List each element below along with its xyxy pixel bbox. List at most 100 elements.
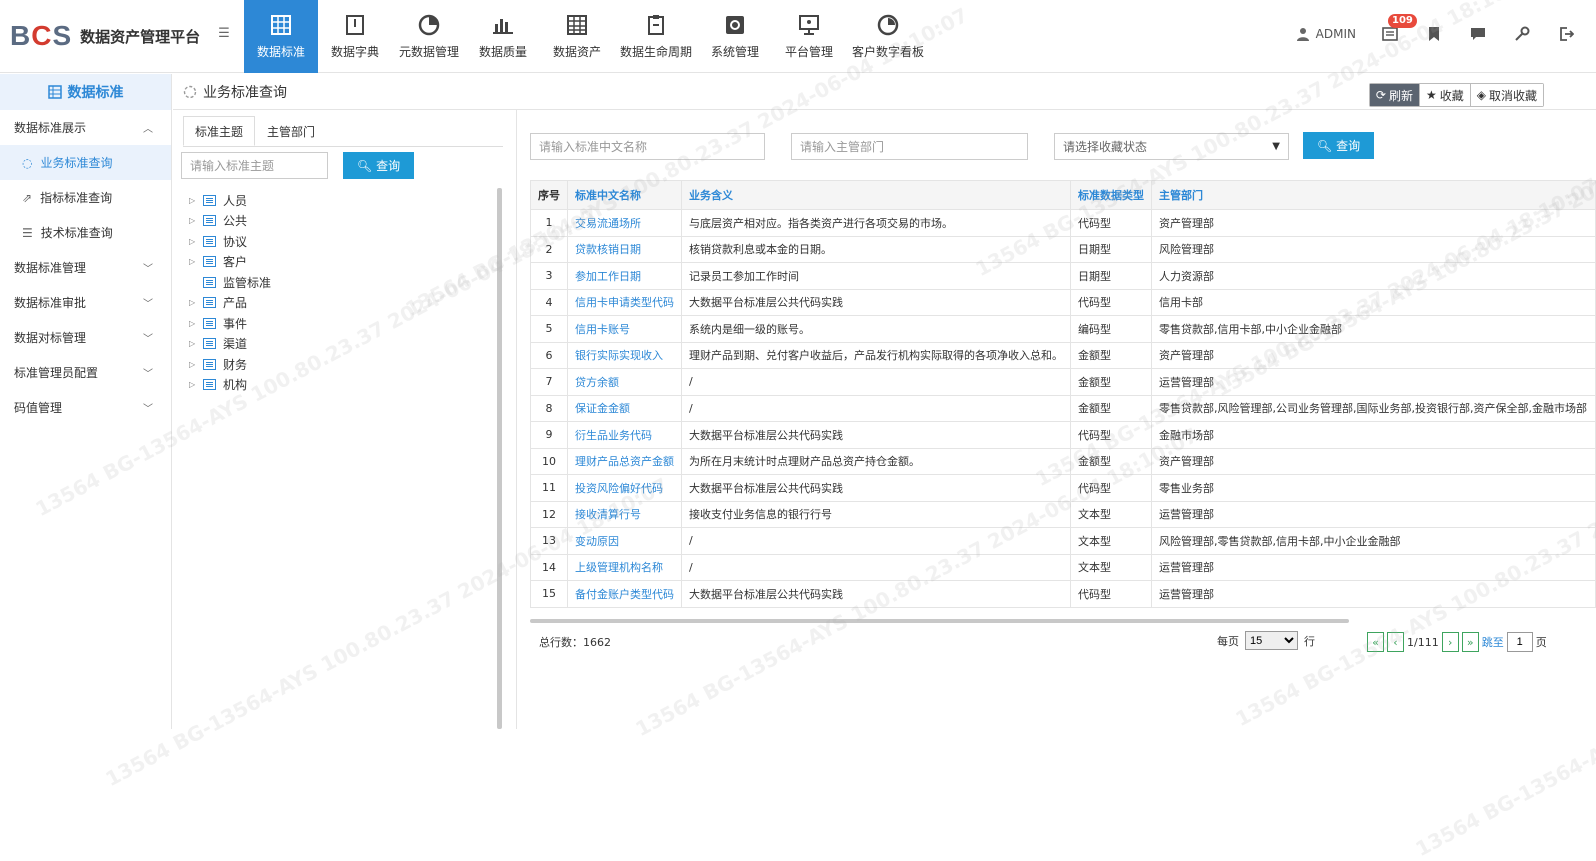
nav-item-0[interactable]: 数据标准 xyxy=(244,0,318,73)
main-query-button[interactable]: 🔍︎ 查询 xyxy=(1303,132,1374,159)
jump-to-link[interactable]: 跳至 xyxy=(1482,634,1504,650)
logout-icon[interactable] xyxy=(1556,22,1576,46)
expand-arrow-icon[interactable]: ▷ xyxy=(189,257,203,266)
sidebar-group[interactable]: 数据标准展示 ︿ xyxy=(0,110,171,145)
user-menu[interactable]: ADMIN xyxy=(1296,27,1356,41)
standard-name-link[interactable]: 理财产品总资产金额 xyxy=(567,447,683,475)
tree-node[interactable]: ▷ 机构 xyxy=(189,375,271,396)
expand-arrow-icon[interactable]: ▷ xyxy=(189,360,203,369)
sidebar-group[interactable]: 数据对标管理 ﹀ xyxy=(0,320,171,355)
standard-name-link[interactable]: 参加工作日期 xyxy=(567,262,683,290)
expand-arrow-icon[interactable]: ▷ xyxy=(189,196,203,205)
first-page-button[interactable]: « xyxy=(1367,632,1384,652)
sidebar-group[interactable]: 数据标准审批 ﹀ xyxy=(0,285,171,320)
nav-item-8[interactable]: 客户数字看板 xyxy=(846,0,930,73)
nav-item-5[interactable]: 数据生命周期 xyxy=(614,0,698,73)
key-icon[interactable] xyxy=(1512,22,1532,46)
nav-item-6[interactable]: 系统管理 xyxy=(698,0,772,73)
expand-arrow-icon[interactable]: ▷ xyxy=(189,380,203,389)
table-row[interactable]: 9 衍生品业务代码 大数据平台标准层公共代码实践 代码型 金融市场部 xyxy=(529,421,1596,449)
sidebar-group[interactable]: 码值管理 ﹀ xyxy=(0,390,171,425)
nav-item-1[interactable]: 数据字典 xyxy=(318,0,392,73)
standard-name-input[interactable] xyxy=(530,133,765,160)
sidebar-item[interactable]: ☰ 技术标准查询 xyxy=(0,215,171,250)
tree-node[interactable]: 监管标准 xyxy=(189,272,271,293)
menu-toggle-icon[interactable]: ☰ xyxy=(214,24,234,44)
standard-name-link[interactable]: 贷款核销日期 xyxy=(567,235,683,263)
table-row[interactable]: 14 上级管理机构名称 / 文本型 运营管理部 xyxy=(529,553,1596,581)
standard-name-link[interactable]: 信用卡账号 xyxy=(567,315,683,343)
standard-name-link[interactable]: 备付金账户类型代码 xyxy=(567,580,683,608)
last-page-button[interactable]: » xyxy=(1461,632,1479,652)
tree-query-button[interactable]: 🔍︎ 查询 xyxy=(343,152,414,179)
app-logo[interactable]: BCS 数据资产管理平台 xyxy=(10,20,200,52)
nav-item-4[interactable]: 数据资产 xyxy=(540,0,614,73)
favorite-button[interactable]: ★ 收藏 xyxy=(1418,84,1470,106)
table-horizontal-scrollbar[interactable] xyxy=(530,619,1349,623)
department-input[interactable] xyxy=(791,133,1028,160)
tree-scrollbar[interactable] xyxy=(497,188,502,729)
expand-arrow-icon[interactable]: ▷ xyxy=(189,319,203,328)
tree-node[interactable]: ▷ 财务 xyxy=(189,354,271,375)
tree-node[interactable]: ▷ 协议 xyxy=(189,231,271,252)
table-row[interactable]: 3 参加工作日期 记录员工参加工作时间 日期型 人力资源部 xyxy=(529,262,1596,290)
table-row[interactable]: 12 接收清算行号 接收支付业务信息的银行行号 文本型 运营管理部 xyxy=(529,500,1596,528)
standard-name-link[interactable]: 变动原因 xyxy=(567,527,683,555)
standard-name-link[interactable]: 银行实际实现收入 xyxy=(567,341,683,369)
nav-item-7[interactable]: 平台管理 xyxy=(772,0,846,73)
tree-node[interactable]: ▷ 渠道 xyxy=(189,334,271,355)
standard-name-link[interactable]: 信用卡申请类型代码 xyxy=(567,288,683,316)
column-header[interactable]: 标准数据类型 xyxy=(1070,180,1153,210)
table-row[interactable]: 11 投资风险偏好代码 大数据平台标准层公共代码实践 代码型 零售业务部 xyxy=(529,474,1596,502)
table-row[interactable]: 5 信用卡账号 系统内是细一级的账号。 编码型 零售贷款部,信用卡部,中小企业金融部 xyxy=(529,315,1596,343)
message-icon[interactable] xyxy=(1468,22,1488,46)
column-header[interactable]: 序号 xyxy=(529,180,569,210)
bookmark-icon[interactable] xyxy=(1424,22,1444,46)
expand-arrow-icon[interactable]: ▷ xyxy=(189,216,203,225)
table-row[interactable]: 4 信用卡申请类型代码 大数据平台标准层公共代码实践 代码型 信用卡部 xyxy=(529,288,1596,316)
tree-node[interactable]: ▷ 产品 xyxy=(189,293,271,314)
sidebar-group[interactable]: 标准管理员配置 ﹀ xyxy=(0,355,171,390)
task-list-icon[interactable]: 109 xyxy=(1380,14,1417,46)
table-row[interactable]: 6 银行实际实现收入 理财产品到期、兑付客户收益后，产品发行机构实际取得的各项净收入… xyxy=(529,341,1596,369)
table-row[interactable]: 7 贷方余额 / 金额型 运营管理部 xyxy=(529,368,1596,396)
column-header[interactable]: 标准中文名称 xyxy=(567,180,683,210)
table-row[interactable]: 15 备付金账户类型代码 大数据平台标准层公共代码实践 代码型 运营管理部 xyxy=(529,580,1596,608)
tree-node[interactable]: ▷ 客户 xyxy=(189,252,271,273)
next-page-button[interactable]: › xyxy=(1441,632,1459,652)
table-row[interactable]: 10 理财产品总资产金额 为所在月末统计时点理财产品总资产持仓金额。 金额型 资产管理部 xyxy=(529,447,1596,475)
tab-standard-topic[interactable]: 标准主题 xyxy=(183,116,256,146)
tree-node[interactable]: ▷ 人员 xyxy=(189,190,271,211)
expand-arrow-icon[interactable]: ▷ xyxy=(189,298,203,307)
sidebar-group[interactable]: 数据标准管理 ﹀ xyxy=(0,250,171,285)
page-number-input[interactable] xyxy=(1506,632,1533,652)
table-row[interactable]: 13 变动原因 / 文本型 风险管理部,零售贷款部,信用卡部,中小企业金融部 xyxy=(529,527,1596,555)
standard-name-link[interactable]: 衍生品业务代码 xyxy=(567,421,683,449)
favorite-status-select[interactable]: 请选择收藏状态 ▼ xyxy=(1054,133,1289,160)
nav-item-3[interactable]: 数据质量 xyxy=(466,0,540,73)
table-row[interactable]: 2 贷款核销日期 核销贷款利息或本金的日期。 日期型 风险管理部 xyxy=(529,235,1596,263)
prev-page-button[interactable]: ‹ xyxy=(1387,632,1404,652)
standard-name-link[interactable]: 交易流通场所 xyxy=(567,209,683,237)
standard-name-link[interactable]: 上级管理机构名称 xyxy=(567,553,683,581)
expand-arrow-icon[interactable]: ▷ xyxy=(189,339,203,348)
standard-name-link[interactable]: 保证金金额 xyxy=(567,394,683,422)
table-row[interactable]: 8 保证金金额 / 金额型 零售贷款部,风险管理部,公司业务管理部,国际业务部,投资银行… xyxy=(529,394,1596,422)
sidebar-item[interactable]: ◌ 业务标准查询 xyxy=(0,145,171,180)
tab-department[interactable]: 主管部门 xyxy=(255,116,327,146)
tree-node[interactable]: ▷ 公共 xyxy=(189,211,271,232)
tree-node[interactable]: ▷ 事件 xyxy=(189,313,271,334)
unfavorite-button[interactable]: ◈ 取消收藏 xyxy=(1469,84,1543,106)
topic-search-input[interactable] xyxy=(181,152,328,179)
standard-name-link[interactable]: 贷方余额 xyxy=(567,368,683,396)
expand-arrow-icon[interactable]: ▷ xyxy=(189,237,203,246)
column-header[interactable]: 主管部门 xyxy=(1151,180,1596,210)
table-row[interactable]: 1 交易流通场所 与底层资产相对应。指各类资产进行各项交易的市场。 代码型 资产管理部 xyxy=(529,209,1596,237)
sidebar-item[interactable]: ⇗ 指标标准查询 xyxy=(0,180,171,215)
nav-item-2[interactable]: 元数据管理 xyxy=(392,0,466,73)
refresh-button[interactable]: ⟳ 刷新 xyxy=(1369,84,1419,106)
standard-name-link[interactable]: 接收清算行号 xyxy=(567,500,683,528)
column-header[interactable]: 业务含义 xyxy=(681,180,1072,210)
standard-name-link[interactable]: 投资风险偏好代码 xyxy=(567,474,683,502)
page-size-select[interactable]: 15 xyxy=(1245,631,1298,650)
